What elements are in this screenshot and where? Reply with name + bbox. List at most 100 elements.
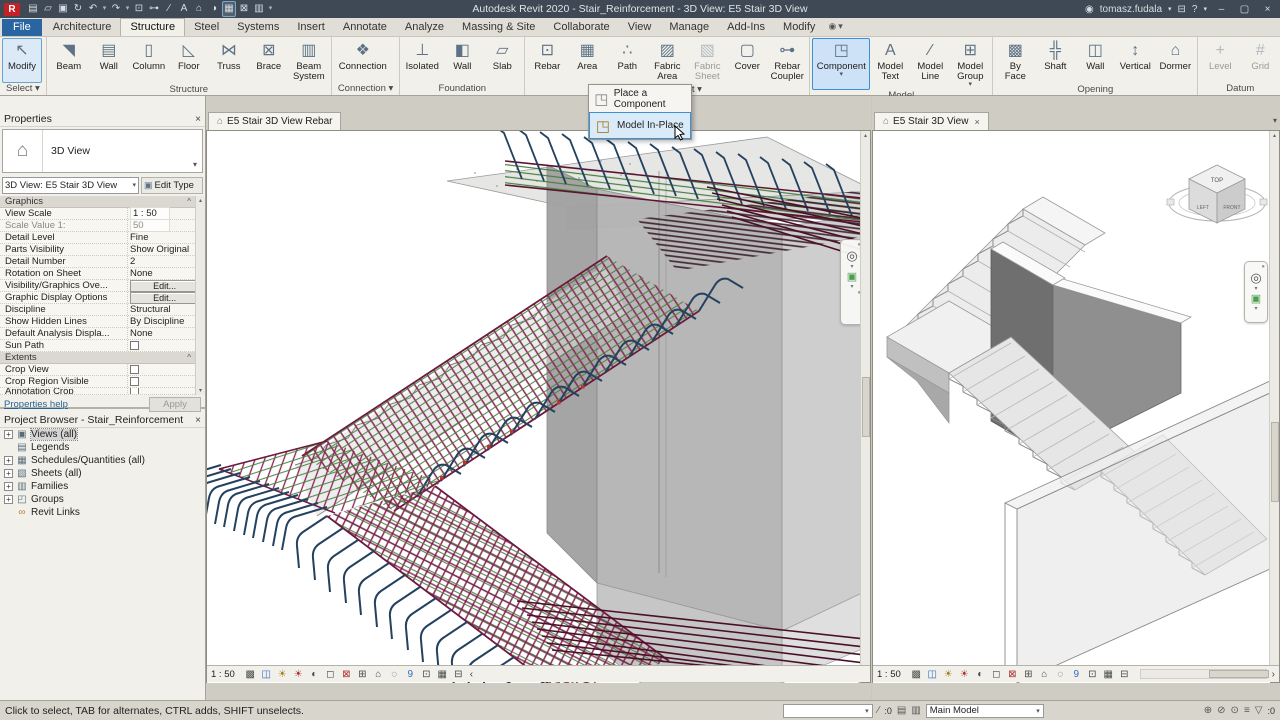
navigation-bar[interactable]: ● ◎ ▾ ▣ ▾ <box>1244 261 1268 323</box>
ribbon-tab[interactable]: Analyze <box>396 19 453 36</box>
ribbon-button[interactable]: ◥Beam <box>49 38 89 84</box>
browser-tree-item[interactable]: +▣Views (all) <box>0 428 205 441</box>
ribbon-tab[interactable]: Annotate <box>334 19 396 36</box>
type-selector[interactable]: ⌂ 3D View ▾ <box>2 129 203 173</box>
ribbon-button[interactable]: ↕Vertical <box>1115 38 1155 84</box>
requests-icon[interactable]: ▥ <box>911 705 920 716</box>
ribbon-button[interactable]: ⊠Brace <box>249 38 289 84</box>
ribbon-button[interactable]: ◳Component▾ <box>812 38 870 90</box>
ribbon-tab[interactable]: Modify <box>774 19 824 36</box>
ribbon-button[interactable]: ▩By Face <box>995 38 1035 84</box>
scrollbar-thumb[interactable] <box>1209 670 1269 678</box>
secondary-view-tab[interactable]: ⌂E5 Stair 3D View× <box>874 112 989 130</box>
search-icon[interactable]: ◉ <box>1085 4 1094 15</box>
secondary-drawing-area[interactable]: TOP LEFT FRONT ● ◎ ▾ ▣ ▾ ▴▾ 1 : 50 ▩◫☀☀◐… <box>872 130 1280 683</box>
close-button[interactable]: × <box>1259 4 1276 15</box>
zoom-icon[interactable]: ▣ <box>847 271 857 283</box>
filter-icon[interactable]: ▽ <box>1255 705 1263 716</box>
view-scale-control[interactable]: 1 : 50 <box>211 669 235 680</box>
edit-type-button[interactable]: ▣Edit Type <box>141 177 203 194</box>
help-icon[interactable]: ? <box>1192 4 1198 15</box>
property-row[interactable]: Graphic Display OptionsEdit... <box>0 292 205 304</box>
steering-wheel-icon[interactable]: ◎ <box>1250 271 1261 285</box>
wheel-menu-arrow-icon[interactable]: ▾ <box>1254 286 1257 292</box>
ribbon-tab[interactable]: Structure <box>120 18 185 36</box>
browser-tree-item[interactable]: +◰Groups <box>0 493 205 506</box>
ribbon-button[interactable]: #Grid <box>1240 38 1280 83</box>
property-checkbox[interactable] <box>130 341 139 350</box>
ribbon-tab[interactable]: Massing & Site <box>453 19 544 36</box>
ribbon-tab[interactable]: View <box>619 19 661 36</box>
ribbon-button[interactable]: +Level <box>1200 38 1240 83</box>
ribbon-button[interactable]: ∕Model Line <box>910 38 950 90</box>
properties-help-link[interactable]: Properties help <box>4 399 68 410</box>
tab-close-icon[interactable]: × <box>974 117 979 127</box>
app-store-icon[interactable]: ⊟ <box>1178 4 1186 15</box>
property-row[interactable]: Default Analysis Displa...None <box>0 328 205 340</box>
ribbon-button[interactable]: ⌂Dormer <box>1155 38 1195 84</box>
panel-label-select[interactable]: Select ▾ <box>0 83 46 95</box>
property-checkbox[interactable] <box>130 377 139 386</box>
property-row[interactable]: Scale Value 1:50 <box>0 220 205 232</box>
ribbon-button[interactable]: ⊡Rebar <box>527 38 567 84</box>
main-drawing-area[interactable]: ● ◎ ▾ ▣ ▾ ● ▴▾ 1 : 50 ▩◫☀☀◐◻⊠⊞⌂◌9⊡▦⊟ ‹ <box>206 130 871 683</box>
panel-label-opening[interactable]: Opening <box>993 84 1197 96</box>
property-row[interactable]: View Scale1 : 50 <box>0 208 205 220</box>
scroll-right-icon[interactable]: › <box>1272 669 1275 680</box>
ribbon-tab[interactable]: Insert <box>288 19 334 36</box>
expand-icon[interactable]: + <box>4 430 13 439</box>
steering-wheel-icon[interactable]: ◎ <box>846 249 857 263</box>
ribbon-collapse-arrow-icon[interactable]: ▾ <box>838 21 843 32</box>
panel-label-foundation[interactable]: Foundation <box>400 83 524 95</box>
user-menu-arrow-icon[interactable]: ▾ <box>1168 5 1172 13</box>
ribbon-button[interactable]: ▱Slab <box>482 38 522 83</box>
expand-icon[interactable]: + <box>4 456 13 465</box>
ribbon-button[interactable]: ⊶Rebar Coupler <box>767 38 807 84</box>
signed-in-user[interactable]: tomasz.fudala <box>1100 4 1162 15</box>
property-row[interactable]: Detail LevelFine <box>0 232 205 244</box>
project-browser-close-icon[interactable]: × <box>195 415 201 426</box>
ribbon-tab[interactable]: Systems <box>228 19 288 36</box>
ribbon-button[interactable]: ▥Beam System <box>289 38 329 84</box>
ribbon-tab[interactable]: Add-Ins <box>718 19 774 36</box>
ribbon-button[interactable]: ◧Wall <box>442 38 482 83</box>
ribbon-button[interactable]: ▢Cover <box>727 38 767 84</box>
properties-close-icon[interactable]: × <box>195 114 201 125</box>
ribbon-button[interactable]: ◺Floor <box>169 38 209 84</box>
property-row[interactable]: Detail Number2 <box>0 256 205 268</box>
ribbon-button[interactable]: ↖Modify <box>2 38 42 83</box>
property-row[interactable]: Visibility/Graphics Ove...Edit... <box>0 280 205 292</box>
view-selector-combo[interactable]: 3D View: E5 Stair 3D View▾ <box>2 177 139 194</box>
maximize-button[interactable]: ▢ <box>1236 4 1253 15</box>
tab-list-menu-icon[interactable]: ▾ <box>1273 116 1277 125</box>
scrollbar-thumb[interactable] <box>862 377 870 437</box>
ribbon-button[interactable]: ⊞Model Group▾ <box>950 38 990 90</box>
ribbon-button[interactable]: ❖Connection <box>334 38 392 83</box>
property-row[interactable]: Show Hidden LinesBy Discipline <box>0 316 205 328</box>
expand-icon[interactable]: + <box>4 495 13 504</box>
property-row[interactable]: Crop View <box>0 364 205 376</box>
panel-label-datum[interactable]: Datum <box>1198 83 1280 95</box>
ribbon-state-icon[interactable]: ◉ <box>828 21 836 32</box>
property-checkbox[interactable] <box>130 365 139 374</box>
property-checkbox[interactable] <box>130 388 139 395</box>
type-selector-arrow-icon[interactable]: ▾ <box>188 130 202 172</box>
ribbon-button[interactable]: ▦Area <box>567 38 607 84</box>
apply-button[interactable]: Apply <box>149 397 201 412</box>
wheel-menu-arrow-icon[interactable]: ▾ <box>850 264 853 270</box>
main-vertical-scrollbar[interactable]: ▴▾ <box>860 131 870 682</box>
property-row[interactable]: Sun Path <box>0 340 205 352</box>
progress-combo[interactable]: ▾ <box>783 704 873 718</box>
ribbon-button[interactable]: ∴Path <box>607 38 647 84</box>
ribbon-button[interactable]: ▧Fabric Sheet <box>687 38 727 84</box>
active-workset-combo[interactable]: Main Model▾ <box>926 704 1044 718</box>
ribbon-button[interactable]: AModel Text <box>870 38 910 90</box>
property-row[interactable]: Crop Region Visible <box>0 376 205 388</box>
ribbon-button[interactable]: ╬Shaft <box>1035 38 1075 84</box>
revit-logo[interactable]: R <box>4 3 20 16</box>
browser-tree-item[interactable]: +▦Schedules/Quantities (all) <box>0 454 205 467</box>
properties-scrollbar[interactable]: ▴▾ <box>195 196 205 395</box>
panel-label-connection[interactable]: Connection ▾ <box>332 83 399 95</box>
expand-icon[interactable]: + <box>4 469 13 478</box>
minimize-button[interactable]: – <box>1213 4 1230 15</box>
